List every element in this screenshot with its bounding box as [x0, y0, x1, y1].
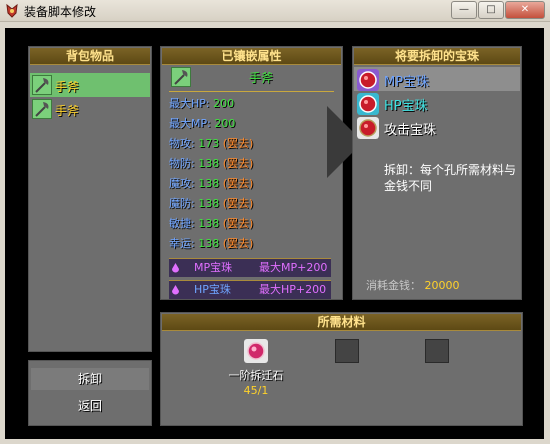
remove-gem-item[interactable]: 攻击宝珠	[354, 115, 520, 139]
material-name: 一阶拆迁石	[228, 369, 284, 382]
stat-value: 200	[213, 97, 235, 110]
stat-value: 138	[198, 237, 220, 250]
embedded-gem-row: MP宝珠 最大MP+200	[169, 258, 331, 277]
cost-label: 消耗金钱：	[366, 279, 421, 292]
empty-material-slot	[335, 339, 359, 363]
attack-gem-icon	[357, 117, 379, 139]
stat-row: 物攻: 173 (罢去)	[169, 135, 253, 153]
hp-gem-icon	[357, 93, 379, 115]
stat-name: 最大HP:	[169, 97, 210, 110]
stat-row: 魔防: 138 (罢去)	[169, 195, 253, 213]
window-title: 装备脚本修改	[24, 5, 97, 19]
embedded-gem-bonus: 最大HP+200	[259, 283, 327, 296]
stat-row: 幸运: 138 (罢去)	[169, 235, 253, 253]
remove-panel-title: 将要拆卸的宝珠	[354, 48, 520, 65]
stat-value: 200	[214, 117, 236, 130]
back-button[interactable]: 返回	[31, 395, 149, 417]
axe-icon	[171, 67, 191, 87]
dismantle-note: 拆卸：每个孔所需材料与金钱不同	[384, 163, 517, 193]
bag-item[interactable]: 手斧	[30, 97, 150, 121]
stat-name: 魔防:	[169, 197, 195, 210]
materials-panel: 所需材料	[160, 312, 523, 426]
equipped-item-name: 手斧	[249, 71, 274, 85]
stat-row: 最大MP: 200	[169, 115, 235, 133]
stat-name: 最大MP:	[169, 117, 211, 130]
stat-gem: (罢去)	[222, 177, 254, 190]
stat-name: 物防:	[169, 157, 195, 170]
close-button[interactable]: ✕	[505, 1, 545, 19]
stat-name: 幸运:	[169, 237, 195, 250]
bag-item-label: 手斧	[55, 80, 80, 94]
stat-gem: (罢去)	[222, 217, 254, 230]
embedded-gem-row: HP宝珠 最大HP+200	[169, 280, 331, 299]
stat-value: 173	[198, 137, 220, 150]
attributes-panel: 已镶嵌属性 手斧 最大HP: 200 最大MP: 200 物攻: 173 (罢去…	[160, 46, 343, 300]
gem-drop-icon	[172, 263, 179, 273]
empty-material-slot	[425, 339, 449, 363]
axe-icon	[32, 75, 52, 95]
bag-panel-title: 背包物品	[30, 48, 150, 65]
gem-drop-icon	[172, 285, 179, 295]
stat-value: 138	[198, 217, 220, 230]
maximize-button[interactable]: □	[478, 1, 504, 19]
mp-gem-icon	[357, 69, 379, 91]
axe-icon	[32, 99, 52, 119]
stat-value: 138	[198, 157, 220, 170]
demolition-stone-icon	[244, 339, 268, 363]
embedded-gem-bonus: 最大MP+200	[259, 261, 328, 274]
embedded-gem-name: MP宝珠	[194, 261, 233, 274]
materials-panel-title: 所需材料	[162, 314, 521, 331]
stat-value: 138	[198, 197, 220, 210]
bag-item[interactable]: 手斧	[30, 73, 150, 97]
app-icon	[6, 3, 18, 18]
dismantle-button[interactable]: 拆卸	[31, 368, 149, 390]
stat-gem: (罢去)	[222, 237, 254, 250]
bag-panel: 背包物品 手斧 手斧	[28, 46, 152, 352]
cost-value: 20000	[424, 279, 460, 292]
stat-row: 敏捷: 138 (罢去)	[169, 215, 253, 233]
bag-item-label: 手斧	[55, 104, 80, 118]
remove-gem-label: MP宝珠	[384, 75, 430, 90]
remove-gem-item[interactable]: MP宝珠	[354, 67, 520, 91]
stat-row: 最大HP: 200	[169, 95, 234, 113]
title-bar: 装备脚本修改 — □ ✕	[0, 0, 550, 22]
stat-name: 魔攻:	[169, 177, 195, 190]
cost-display: 消耗金钱： 20000	[366, 277, 460, 293]
material-count: 45/1	[243, 384, 269, 397]
stat-gem: (罢去)	[222, 197, 254, 210]
stat-name: 物攻:	[169, 137, 195, 150]
stat-value: 138	[198, 177, 220, 190]
remove-gem-item[interactable]: HP宝珠	[354, 91, 520, 115]
item-underline	[169, 91, 334, 92]
attributes-panel-title: 已镶嵌属性	[162, 48, 341, 65]
stat-name: 敏捷:	[169, 217, 195, 230]
embedded-gem-name: HP宝珠	[194, 283, 231, 296]
stat-gem: (罢去)	[222, 137, 254, 150]
stat-row: 魔攻: 138 (罢去)	[169, 175, 253, 193]
minimize-button[interactable]: —	[451, 1, 477, 19]
stat-gem: (罢去)	[222, 157, 254, 170]
stat-row: 物防: 138 (罢去)	[169, 155, 253, 173]
remove-gem-label: 攻击宝珠	[384, 123, 437, 138]
remove-gem-label: HP宝珠	[384, 99, 428, 114]
